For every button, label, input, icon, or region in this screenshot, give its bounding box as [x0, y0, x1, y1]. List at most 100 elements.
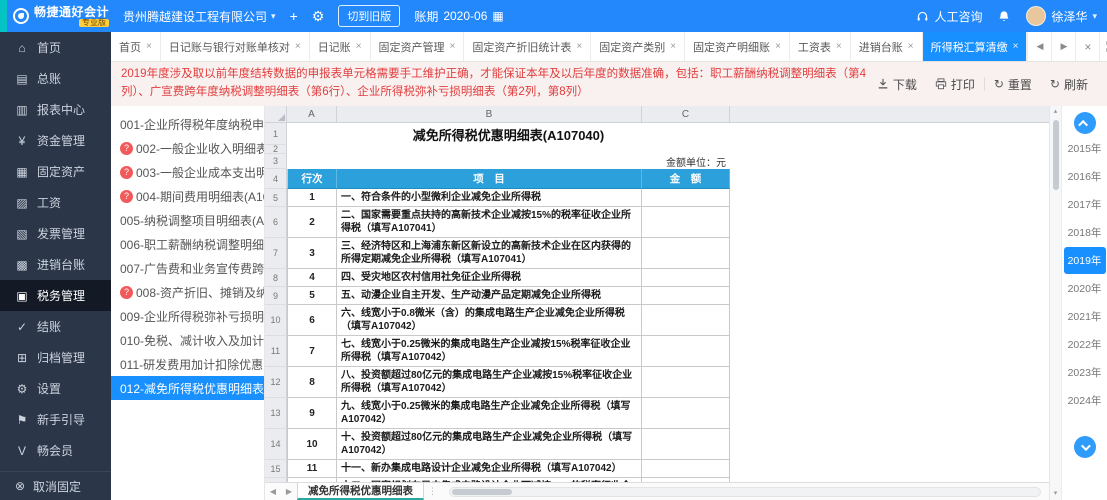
close-tab-icon[interactable]: × — [576, 41, 582, 52]
amount-cell[interactable] — [642, 269, 730, 287]
amount-cell[interactable] — [642, 207, 730, 238]
form-list-item[interactable]: ? 004-期间费用明细表(A1040... — [111, 184, 264, 208]
year-item[interactable]: 2024年 — [1064, 387, 1106, 414]
document-tab[interactable]: 工资表 × — [790, 32, 851, 61]
line-number-cell[interactable]: 6 — [287, 305, 337, 336]
line-number-cell[interactable]: 2 — [287, 207, 337, 238]
line-number-cell[interactable]: 7 — [287, 336, 337, 367]
close-tab-icon[interactable]: × — [146, 41, 152, 52]
close-tab-icon[interactable]: × — [775, 41, 781, 52]
blank-cell[interactable] — [287, 145, 730, 154]
scroll-tabs-right-button[interactable]: ▶ — [1051, 32, 1075, 61]
header-cell-line-no[interactable]: 行次 — [287, 169, 337, 189]
close-tab-icon[interactable]: × — [450, 41, 456, 52]
form-list-item[interactable]: 009-企业所得税弥补亏损明... — [111, 304, 264, 328]
amount-cell[interactable] — [642, 305, 730, 336]
gear-icon[interactable]: ⚙ — [312, 8, 325, 25]
user-menu[interactable]: 徐泽华 ▾ — [1026, 6, 1097, 26]
row-number[interactable]: 5 — [265, 189, 287, 207]
horizontal-scrollbar[interactable] — [449, 486, 1041, 497]
form-list-item[interactable]: 012-减免所得税优惠明细表( — [111, 376, 264, 400]
form-list-item[interactable]: ? 002-一般企业收入明细表(A1... — [111, 136, 264, 160]
row-number[interactable]: 7 — [265, 238, 287, 269]
print-button[interactable]: 打印 — [926, 76, 984, 93]
document-tab[interactable]: 固定资产明细账 × — [685, 32, 790, 61]
sidebar-item[interactable]: ⌂ 首页 — [0, 32, 111, 63]
add-button[interactable]: + — [290, 8, 298, 24]
item-text-cell[interactable]: 三、经济特区和上海浦东新区新设立的高新技术企业在区内获得的所得定期减免企业所得税… — [337, 238, 642, 269]
row-number[interactable]: 2 — [265, 145, 287, 154]
item-text-cell[interactable]: 四、受灾地区农村信用社免征企业所得税 — [337, 269, 642, 287]
item-text-cell[interactable]: 六、线宽小于0.8微米（含）的集成电路生产企业减免企业所得税（填写A107042… — [337, 305, 642, 336]
row-number[interactable]: 8 — [265, 269, 287, 287]
row-number[interactable]: 11 — [265, 336, 287, 367]
amount-cell[interactable] — [642, 460, 730, 478]
close-tab-icon[interactable]: × — [1013, 41, 1019, 52]
document-tab[interactable]: 所得税汇算清缴 × — [922, 32, 1028, 61]
next-sheet-button[interactable]: ▶ — [281, 487, 297, 496]
sheet-title-cell[interactable]: 减免所得税优惠明细表(A107040) — [287, 123, 730, 145]
line-number-cell[interactable]: 10 — [287, 429, 337, 460]
notification-bell-icon[interactable] — [998, 10, 1010, 23]
year-item[interactable]: 2015年 — [1064, 135, 1106, 162]
sidebar-item[interactable]: ▨ 工资 — [0, 187, 111, 218]
close-all-tabs-button[interactable]: × — [1075, 32, 1099, 61]
item-text-cell[interactable]: 十一、新办集成电路设计企业减免企业所得税（填写A107042） — [337, 460, 642, 478]
amount-cell[interactable] — [642, 429, 730, 460]
document-tab[interactable]: 固定资产类别 × — [591, 32, 686, 61]
sidebar-item[interactable]: ▥ 报表中心 — [0, 94, 111, 125]
header-cell-item[interactable]: 项 目 — [337, 169, 642, 189]
company-selector[interactable]: 贵州腾越建设工程有限公司 ▾ — [123, 8, 276, 25]
year-item[interactable]: 2016年 — [1064, 163, 1106, 190]
item-text-cell[interactable]: 十、投资额超过80亿元的集成电路生产企业减免企业所得税（填写A107042） — [337, 429, 642, 460]
document-tab[interactable]: 固定资产管理 × — [371, 32, 465, 61]
close-tab-icon[interactable]: × — [356, 41, 362, 52]
sidebar-item[interactable]: ⚑ 新手引导 — [0, 404, 111, 435]
year-item[interactable]: 2020年 — [1064, 275, 1106, 302]
form-list-item[interactable]: 001-企业所得税年度纳税申... — [111, 112, 264, 136]
row-number[interactable]: 13 — [265, 398, 287, 429]
years-scroll-up-button[interactable] — [1073, 112, 1096, 134]
sidebar-item[interactable]: V 畅会员 — [0, 435, 111, 466]
fullscreen-icon[interactable] — [1099, 32, 1107, 61]
reset-button[interactable]: ↻ 重置 — [985, 76, 1041, 93]
form-list-item[interactable]: ? 003-一般企业成本支出明细... — [111, 160, 264, 184]
document-tab[interactable]: 进销台账 × — [851, 32, 923, 61]
year-item[interactable]: 2018年 — [1064, 219, 1106, 246]
year-item[interactable]: 2019年 — [1063, 247, 1106, 274]
vertical-scrollbar-thumb[interactable] — [1052, 120, 1059, 190]
amount-cell[interactable] — [642, 238, 730, 269]
amount-cell[interactable] — [642, 336, 730, 367]
year-item[interactable]: 2021年 — [1064, 303, 1106, 330]
form-list-item[interactable]: 005-纳税调整项目明细表(A... — [111, 208, 264, 232]
sidebar-item[interactable]: ▤ 总账 — [0, 63, 111, 94]
line-number-cell[interactable]: 3 — [287, 238, 337, 269]
header-cell-amount[interactable]: 金 额 — [642, 169, 730, 189]
line-number-cell[interactable]: 5 — [287, 287, 337, 305]
row-number[interactable]: 12 — [265, 367, 287, 398]
item-text-cell[interactable]: 五、动漫企业自主开发、生产动漫产品定期减免企业所得税 — [337, 287, 642, 305]
sidebar-item[interactable]: ▦ 固定资产 — [0, 156, 111, 187]
form-list-item[interactable]: 011-研发费用加计扣除优惠... — [111, 352, 264, 376]
refresh-button[interactable]: ↻ 刷新 — [1041, 76, 1097, 93]
document-tab[interactable]: 日记账 × — [310, 32, 371, 61]
document-tab[interactable]: 首页 × — [111, 32, 161, 61]
form-list-item[interactable]: 007-广告费和业务宣传费跨... — [111, 256, 264, 280]
close-tab-icon[interactable]: × — [295, 41, 301, 52]
item-text-cell[interactable]: 七、线宽小于0.25微米的集成电路生产企业减按15%税率征收企业所得税（填写A1… — [337, 336, 642, 367]
document-tab[interactable]: 固定资产折旧统计表 × — [464, 32, 592, 61]
sidebar-item[interactable]: ¥ 资金管理 — [0, 125, 111, 156]
row-number[interactable]: 3 — [265, 154, 287, 169]
sidebar-item[interactable]: ⊞ 归档管理 — [0, 342, 111, 373]
sheet-tab[interactable]: 减免所得税优惠明细表 — [297, 483, 424, 500]
scroll-down-icon[interactable]: ▾ — [1054, 488, 1058, 500]
year-item[interactable]: 2022年 — [1064, 331, 1106, 358]
row-number[interactable]: 6 — [265, 207, 287, 238]
item-text-cell[interactable]: 一、符合条件的小型微利企业减免企业所得税 — [337, 189, 642, 207]
item-text-cell[interactable]: 八、投资额超过80亿元的集成电路生产企业减按15%税率征收企业所得税（填写A10… — [337, 367, 642, 398]
vertical-scrollbar[interactable]: ▴ ▾ — [1049, 106, 1061, 500]
year-item[interactable]: 2017年 — [1064, 191, 1106, 218]
line-number-cell[interactable]: 9 — [287, 398, 337, 429]
document-tab[interactable]: 日记账与银行对账单核对 × — [161, 32, 310, 61]
amount-cell[interactable] — [642, 189, 730, 207]
